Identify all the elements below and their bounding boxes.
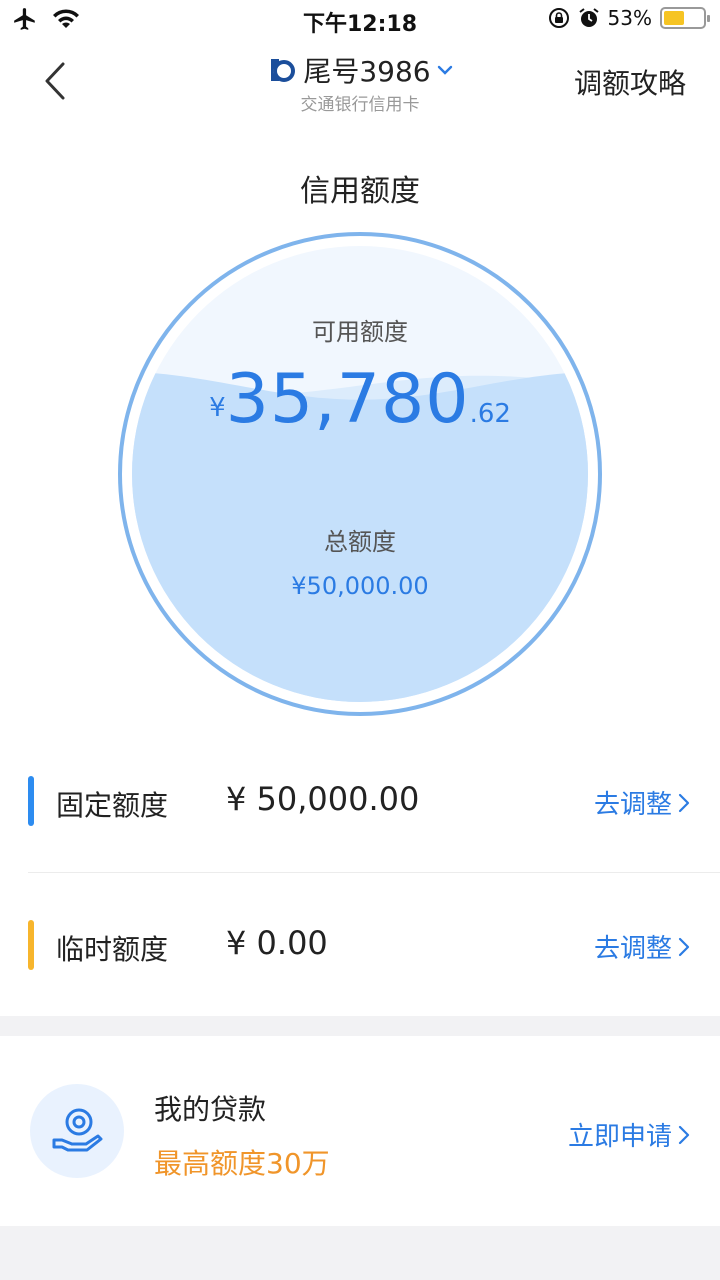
temp-quota-adjust-label: 去调整 [593, 934, 672, 964]
status-right: 53% [548, 6, 710, 30]
temp-quota-row: 临时额度 ¥ 0.00 去调整 [0, 892, 720, 1002]
temp-quota-value: ¥ 0.00 [226, 924, 328, 962]
available-currency: ¥ [209, 393, 226, 423]
row-divider [28, 872, 720, 873]
battery-percent: 53% [607, 6, 652, 30]
fixed-quota-row: 固定额度 ¥ 50,000.00 去调整 [0, 748, 720, 858]
section-separator [0, 1016, 720, 1036]
battery-fill [664, 11, 685, 25]
status-bar: 下午12:18 53% [0, 0, 720, 40]
chevron-right-icon [678, 937, 690, 956]
credit-circle-graphic [118, 232, 602, 716]
alarm-icon [578, 8, 599, 27]
bottom-background [0, 1226, 720, 1280]
apply-now-label: 立即申请 [567, 1122, 672, 1152]
apply-now-button[interactable]: 立即申请 [568, 1116, 690, 1153]
fixed-quota-adjust-button[interactable]: 去调整 [594, 784, 690, 821]
temp-quota-adjust-button[interactable]: 去调整 [594, 928, 690, 965]
available-amount: ¥35,780.62 [118, 360, 602, 439]
rotation-lock-icon [548, 8, 569, 28]
limit-strategy-link[interactable]: 调额攻略 [574, 62, 686, 102]
loan-title: 我的贷款 [154, 1093, 267, 1126]
total-amount: ¥50,000.00 [291, 572, 429, 600]
credit-circle: 可用额度 ¥35,780.62 总额度 ¥50,000.00 [118, 232, 602, 716]
loan-icon [30, 1084, 124, 1178]
chevron-down-icon [437, 65, 452, 75]
bank-logo-icon [271, 59, 296, 82]
total-label: 总额度 [324, 528, 396, 556]
fixed-quota-adjust-label: 去调整 [593, 790, 672, 820]
card-title: 尾号3986 [303, 55, 431, 88]
temp-quota-bar [28, 920, 34, 970]
fixed-quota-label: 固定额度 [56, 789, 169, 822]
loan-card[interactable]: 我的贷款 最高额度30万 立即申请 [0, 1036, 720, 1226]
battery-icon [660, 7, 710, 29]
hand-coin-icon [52, 1108, 103, 1152]
chevron-right-icon [678, 793, 690, 812]
fixed-quota-value: ¥ 50,000.00 [226, 780, 420, 818]
temp-quota-label: 临时额度 [56, 933, 169, 966]
card-line: 尾号3986 [267, 50, 452, 90]
nav-bar: 尾号3986 交通银行信用卡 调额攻略 [0, 40, 720, 128]
page-title: 信用额度 [300, 174, 420, 209]
fixed-quota-bar [28, 776, 34, 826]
available-label: 可用额度 [312, 318, 408, 346]
loan-max-amount: 最高额度30万 [154, 1147, 330, 1180]
chevron-right-icon [678, 1125, 690, 1144]
available-decimal: .62 [469, 399, 511, 429]
available-integer: 35,780 [225, 360, 470, 439]
